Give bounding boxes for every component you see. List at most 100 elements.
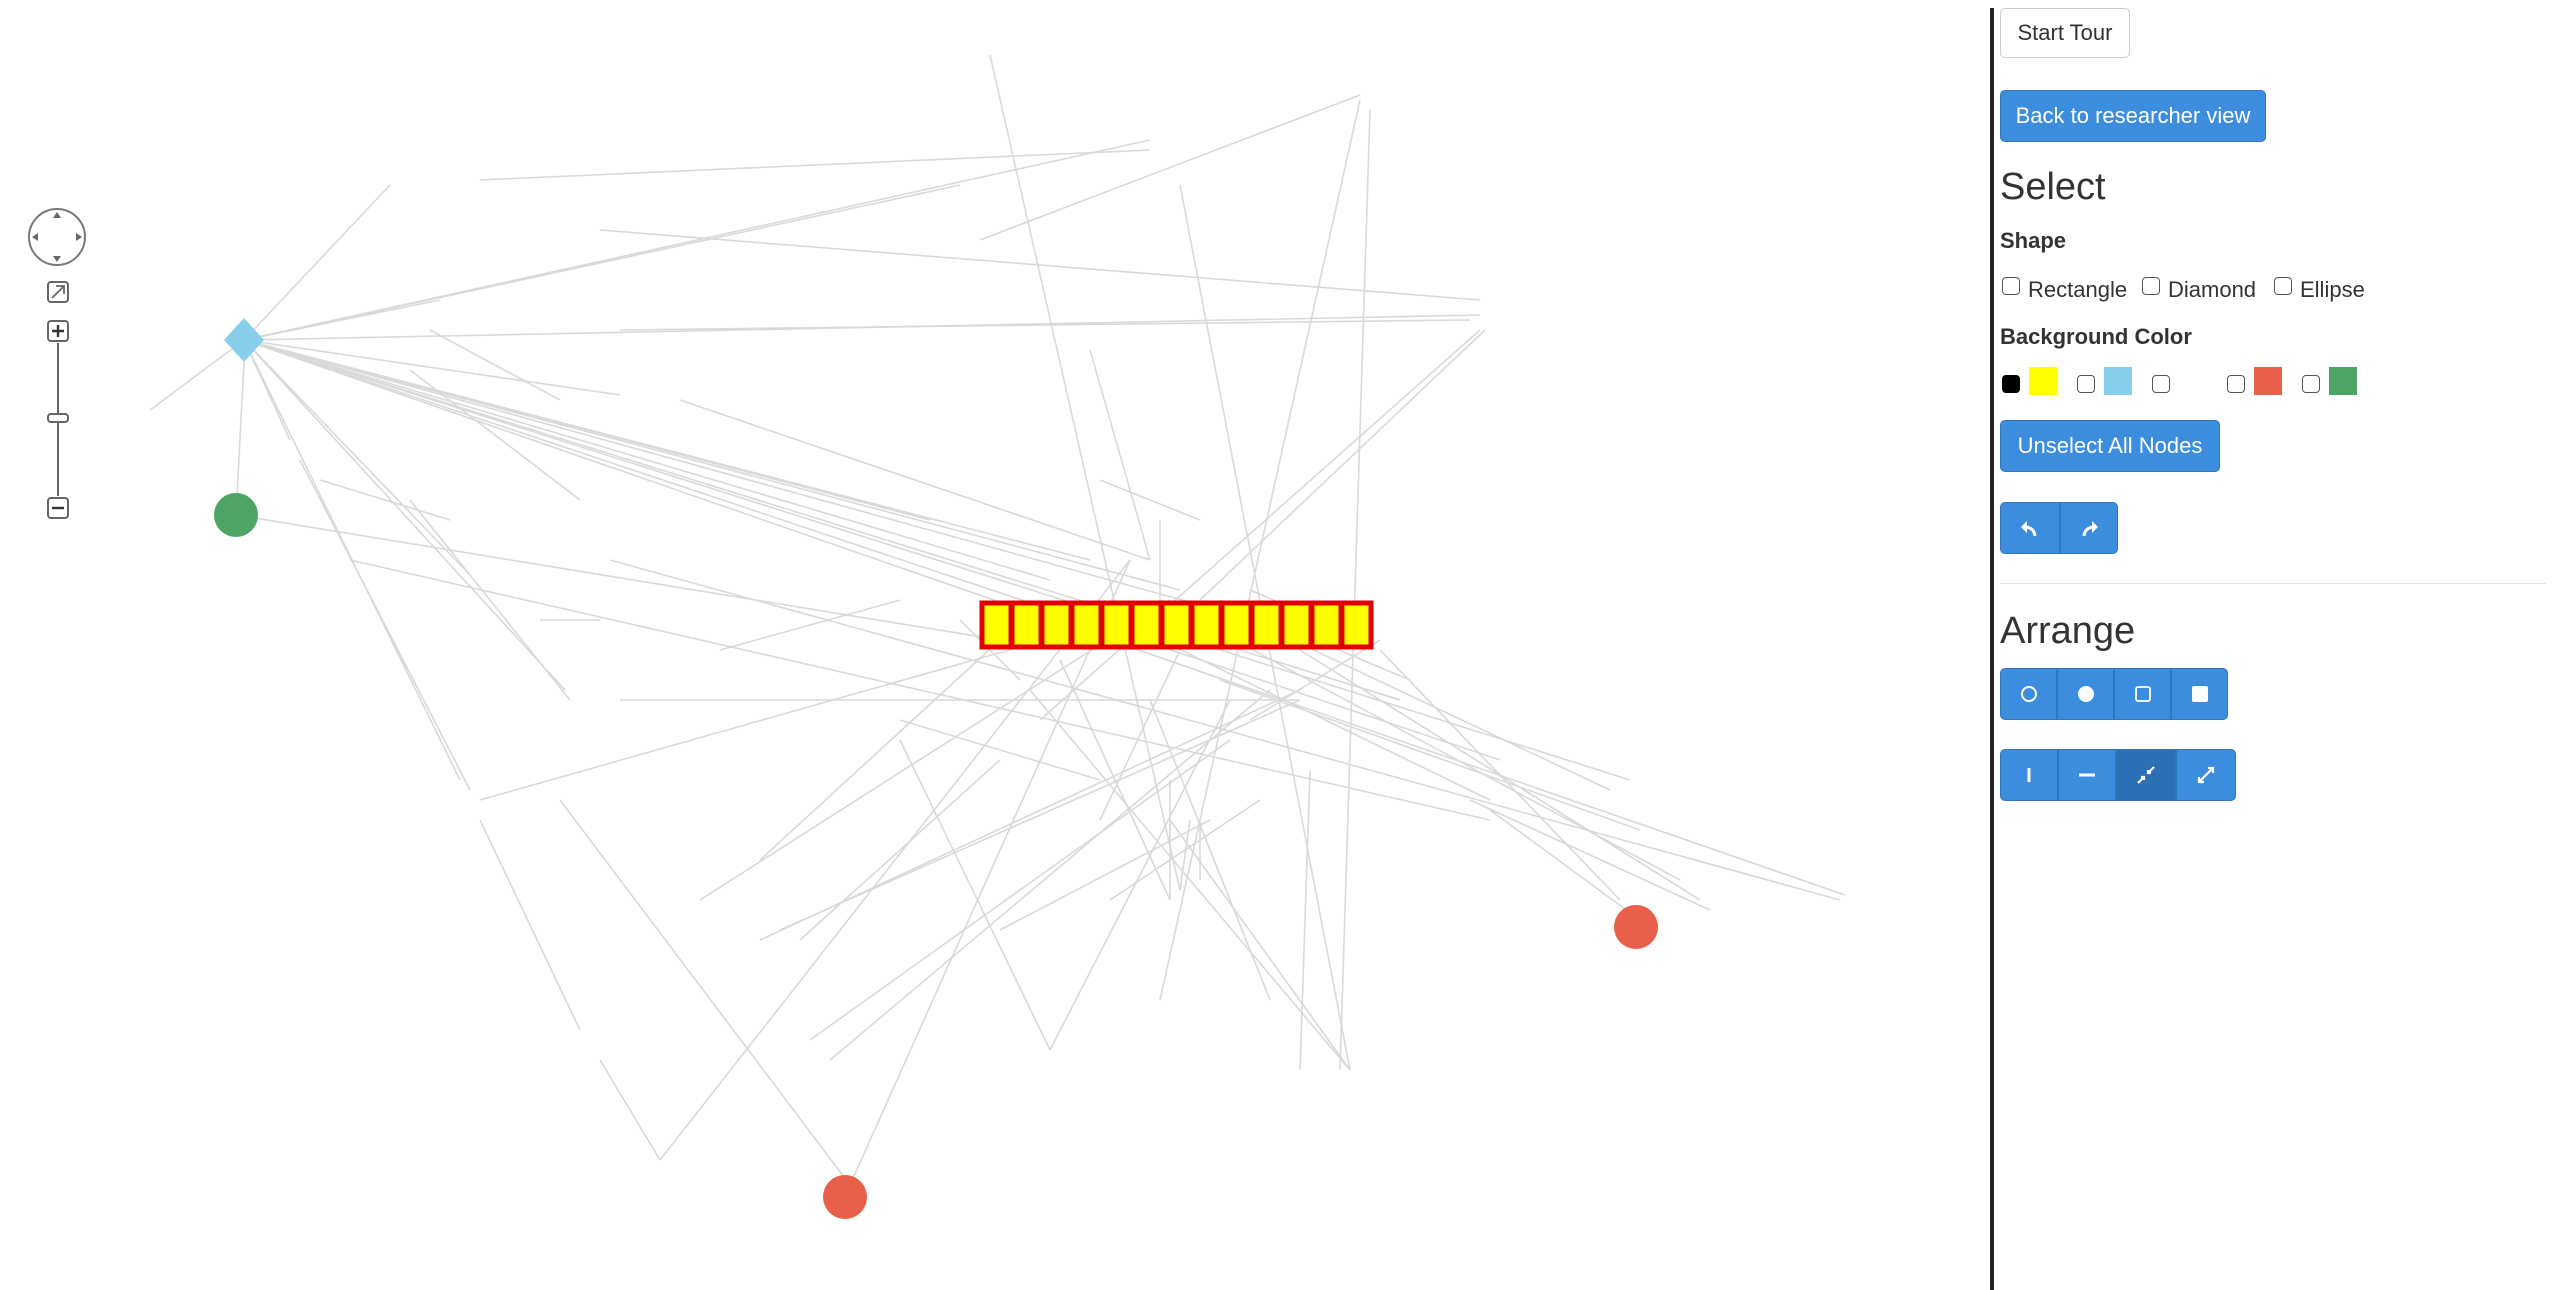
back-to-researcher-view-button[interactable]: Back to researcher view [2000,90,2266,142]
green-ellipse-node[interactable] [214,493,258,537]
vertical-line-icon [2027,768,2031,782]
selected-rectangle-node[interactable] [1311,602,1342,648]
white-color-checkbox[interactable] [2152,375,2170,393]
graph-edge [659,559,1131,1161]
selected-rectangle-node[interactable] [1161,602,1192,648]
square-outline-icon [2134,686,2151,702]
ellipse-checkbox[interactable] [2274,277,2292,295]
expand-icon [2197,766,2215,784]
selected-rectangle-node[interactable] [1071,602,1102,648]
graph-edge [809,739,1231,1041]
light-blue-color-checkbox[interactable] [2077,375,2095,393]
zoom-out-icon[interactable] [47,497,69,519]
start-tour-button[interactable]: Start Tour [2000,8,2130,58]
graph-edge [619,319,1471,331]
diamond-checkbox[interactable] [2142,277,2160,295]
green-color-checkbox[interactable] [2302,375,2320,393]
graph-edge [243,339,1051,581]
arrange-heading: Arrange [2000,610,2136,652]
zoom-in-icon[interactable] [47,320,69,342]
graph-edge [559,799,851,1186]
graph-edge [409,369,581,501]
graph-edge [243,339,931,521]
yellow-color-swatch [2029,367,2057,395]
selected-rectangle-node[interactable] [981,602,1012,648]
selected-rectangle-node[interactable] [1191,602,1222,648]
graph-edge [243,339,1631,781]
graph-nodes[interactable] [214,318,1658,1219]
redo-button[interactable] [2060,502,2118,554]
selected-rectangle-nodes[interactable] [979,600,1374,650]
expand-button[interactable] [2176,749,2236,801]
selected-rectangle-node[interactable] [1011,602,1042,648]
graph-edge [1489,809,1641,921]
graph-edge [899,719,1101,781]
zoom-slider-icon[interactable] [47,343,69,496]
rectangle-label: Rectangle [2028,277,2128,302]
graph-edge [829,689,1271,1061]
unselect-all-nodes-button[interactable]: Unselect All Nodes [2000,420,2220,472]
compress-button[interactable] [2116,749,2176,801]
selected-rectangle-node[interactable] [1221,602,1252,648]
light-blue-color-swatch [2104,367,2132,395]
graph-edge [1149,699,1271,1001]
rectangle-checkbox[interactable] [2002,277,2020,295]
circle-layout-button[interactable] [2000,668,2057,720]
vertical-align-button[interactable] [2000,749,2058,801]
grid-layout-button[interactable] [2114,668,2171,720]
graph-canvas[interactable] [0,0,1990,1290]
graph-edge [1339,109,1371,1071]
white-color-swatch [2179,367,2207,395]
green-color-swatch [2329,367,2357,395]
graph-edge [1049,699,1231,1051]
diamond-label: Diamond [2168,277,2257,302]
graph-edge [1089,349,1151,561]
graph-edge [1169,819,1351,1071]
selected-rectangle-node[interactable] [1101,602,1132,648]
graph-edge [149,339,245,411]
graph-edge [599,229,1481,301]
fit-icon[interactable] [47,281,69,303]
selected-rectangle-node[interactable] [1281,602,1312,648]
graph-edge [479,149,1151,181]
graph-edge [599,1059,661,1161]
graph-edge [479,819,581,1031]
graph-edge [243,184,391,341]
horizontal-line-icon [2079,773,2095,777]
graph-edge [989,54,1181,891]
background-color-label: Background Color [2000,324,2192,349]
graph-edge [243,339,1501,761]
circle-outline-icon [2020,686,2037,702]
graph-edge [429,329,561,401]
section-divider [2000,583,2546,584]
graph-edge [1039,329,1481,721]
history-button-group [2000,502,2118,554]
pan-icon[interactable] [28,208,86,266]
selected-rectangle-node[interactable] [1341,602,1372,648]
graph-edge [979,94,1361,241]
selected-rectangle-node[interactable] [1131,602,1162,648]
red-ellipse-node[interactable] [823,1175,867,1219]
red-ellipse-node[interactable] [1614,905,1658,949]
square-filled-icon [2191,686,2208,702]
selected-rectangle-node[interactable] [1251,602,1282,648]
graph-edge [243,339,1291,631]
undo-icon [2021,521,2037,537]
breadthfirst-layout-button[interactable] [2171,668,2228,720]
concentric-layout-button[interactable] [2057,668,2114,720]
layout-button-group [2000,668,2228,720]
horizontal-align-button[interactable] [2058,749,2116,801]
selected-rectangle-node[interactable] [1041,602,1072,648]
red-color-checkbox[interactable] [2227,375,2245,393]
graph-edge [849,559,1131,1186]
graph-edge [1469,799,1711,911]
graph-edge [1199,329,1486,601]
select-heading: Select [2000,166,2106,208]
shape-label: Shape [2000,228,2067,253]
graph-edge [1059,659,1171,901]
redo-icon [2082,521,2098,537]
undo-button[interactable] [2000,502,2060,554]
yellow-color-checkbox[interactable] [2002,375,2020,393]
graph-svg[interactable] [0,0,1990,1290]
ellipse-label: Ellipse [2300,277,2365,302]
